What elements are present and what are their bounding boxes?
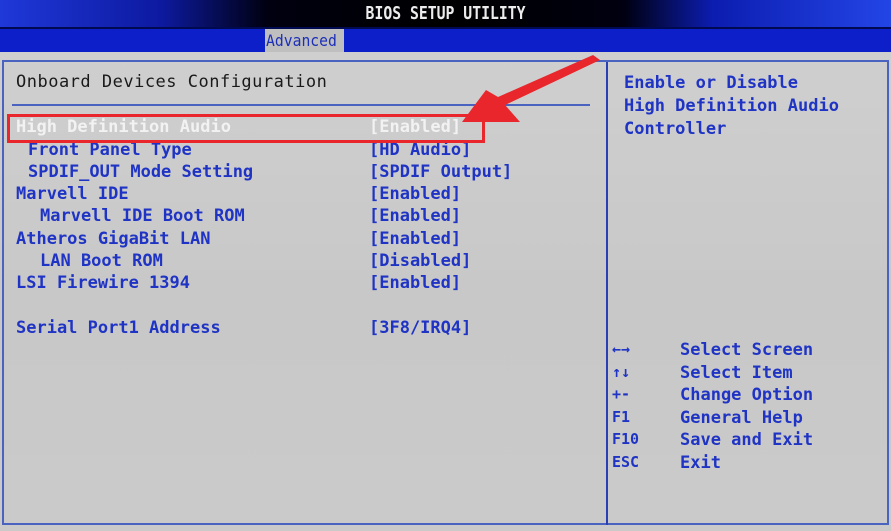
key-description: Select Item	[680, 362, 793, 383]
left-right-arrows-icon: ←→	[612, 340, 631, 358]
setting-row-marvell-ide[interactable]: Marvell IDE [Enabled]	[0, 184, 600, 206]
tab-advanced-label: Advanced	[266, 31, 337, 50]
setting-row-lan-boot-rom[interactable]: LAN Boot ROM [Disabled]	[0, 251, 600, 273]
tab-bar: Advanced	[0, 27, 891, 52]
bios-title: BIOS SETUP UTILITY	[365, 3, 526, 24]
key-description: Change Option	[680, 385, 814, 405]
esc-key: ESC	[612, 452, 640, 471]
setting-row-marvell-ide-boot-rom[interactable]: Marvell IDE Boot ROM [Enabled]	[0, 206, 600, 228]
setting-value[interactable]: [Enabled]	[369, 229, 461, 249]
f10-key: F10	[612, 430, 640, 448]
plus-minus-key: +-	[612, 385, 631, 403]
setting-label: Marvell IDE	[16, 184, 129, 204]
setting-value[interactable]: [Enabled]	[369, 206, 461, 226]
setting-label: Serial Port1 Address	[16, 318, 221, 338]
annotation-highlight-box	[7, 114, 485, 143]
key-description: Select Screen	[680, 340, 814, 360]
setting-row-front-panel-type[interactable]: Front Panel Type [HD Audio]	[0, 140, 600, 162]
setting-label: Marvell IDE Boot ROM	[40, 206, 245, 226]
up-down-arrows-icon: ↑↓	[612, 362, 631, 381]
setting-value[interactable]: [SPDIF Output]	[369, 162, 512, 182]
key-description: General Help	[680, 407, 803, 428]
setting-label: SPDIF_OUT Mode Setting	[28, 162, 254, 182]
setting-row-atheros-gigabit-lan[interactable]: Atheros GigaBit LAN [Enabled]	[0, 229, 600, 251]
setting-row-spdif-out-mode[interactable]: SPDIF_OUT Mode Setting [SPDIF Output]	[0, 162, 600, 184]
item-help-text: Enable or Disable High Definition Audio …	[624, 73, 839, 139]
setting-value[interactable]: [3F8/IRQ4]	[369, 318, 471, 338]
section-title-rule	[12, 104, 590, 106]
setting-row-serial-port1-address[interactable]: Serial Port1 Address [3F8/IRQ4]	[0, 318, 600, 340]
setting-value[interactable]: [Enabled]	[369, 273, 461, 293]
setting-value[interactable]: [HD Audio]	[369, 140, 471, 160]
tab-advanced[interactable]: Advanced	[265, 29, 345, 52]
f1-key: F1	[612, 407, 631, 426]
setting-value[interactable]: [Enabled]	[369, 184, 461, 204]
setting-label: Front Panel Type	[28, 140, 192, 160]
key-description: Exit	[680, 452, 721, 473]
key-description: Save and Exit	[680, 430, 814, 450]
setting-label: LSI Firewire 1394	[16, 273, 190, 293]
section-title: Onboard Devices Configuration	[16, 72, 328, 92]
panel-divider	[606, 62, 608, 525]
setting-label: Atheros GigaBit LAN	[16, 229, 211, 249]
setting-label: LAN Boot ROM	[40, 251, 163, 271]
main-screen: Onboard Devices Configuration High Defin…	[0, 52, 891, 531]
bios-title-bar: BIOS SETUP UTILITY	[0, 0, 891, 27]
setting-value[interactable]: [Disabled]	[369, 251, 471, 271]
setting-row-lsi-firewire-1394[interactable]: LSI Firewire 1394 [Enabled]	[0, 273, 600, 295]
